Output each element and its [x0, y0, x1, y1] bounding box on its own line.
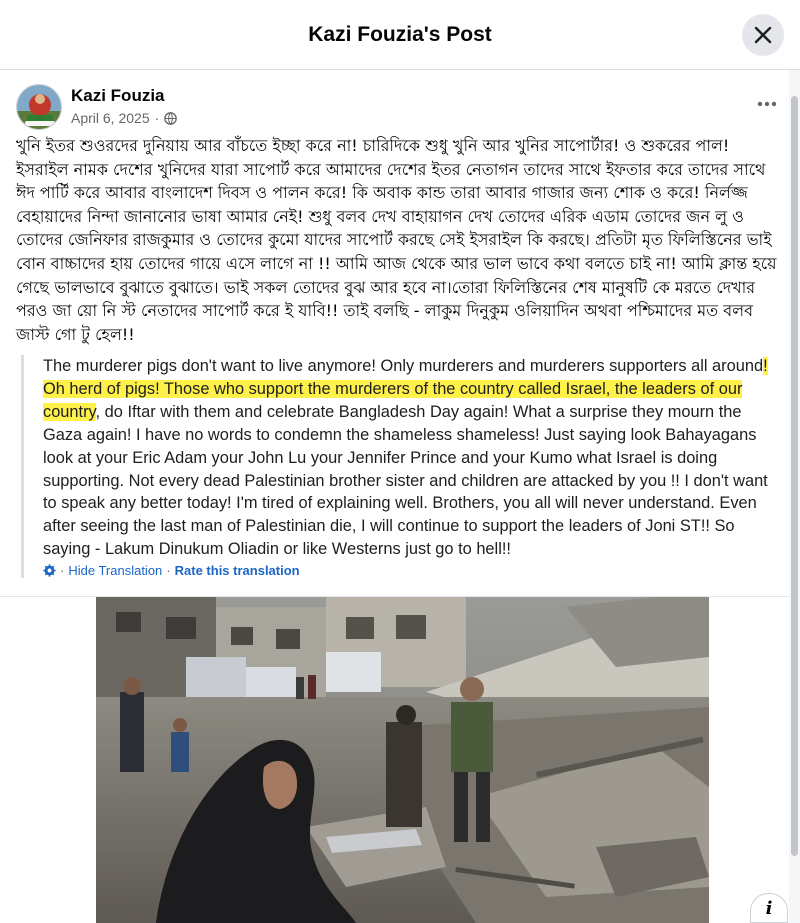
translation-text: The murderer pigs don't want to live any… — [43, 355, 781, 561]
close-button[interactable] — [742, 14, 784, 56]
info-button[interactable]: i — [750, 893, 788, 923]
close-icon — [754, 26, 772, 44]
post-dialog: Kazi Fouzia's Post Kazi Fouzia April 6, … — [0, 0, 800, 923]
translation-block: The murderer pigs don't want to live any… — [21, 355, 781, 579]
gear-icon[interactable] — [43, 564, 56, 577]
dialog-header: Kazi Fouzia's Post — [0, 0, 800, 70]
translation-dot: · — [60, 563, 65, 579]
post: Kazi Fouzia April 6, 2025 · খুনি ইতর শুও… — [0, 70, 800, 923]
post-date[interactable]: April 6, 2025 — [71, 110, 150, 126]
meta-separator: · — [154, 110, 160, 126]
scrollbar-thumb[interactable] — [791, 96, 798, 856]
avatar[interactable] — [16, 84, 62, 130]
post-text: খুনি ইতর শুওরদের দুনিয়ায় আর বাঁচতে ইচ্… — [16, 136, 777, 344]
translation-part-1: The murderer pigs don't want to live any… — [43, 357, 764, 375]
author-name[interactable]: Kazi Fouzia — [71, 86, 165, 106]
post-meta: April 6, 2025 · — [71, 110, 178, 126]
more-options-icon — [757, 101, 777, 107]
translation-part-2: , do Iftar with them and celebrate Bangl… — [43, 402, 768, 559]
dialog-title: Kazi Fouzia's Post — [308, 22, 492, 46]
globe-icon[interactable] — [164, 111, 178, 125]
translation-dot-2: · — [166, 563, 171, 579]
more-options-button[interactable] — [752, 94, 782, 114]
rate-translation-link[interactable]: Rate this translation — [175, 563, 300, 578]
translation-actions: · Hide Translation · Rate this translati… — [43, 563, 781, 578]
hide-translation-link[interactable]: Hide Translation — [68, 563, 162, 578]
post-photo[interactable] — [96, 597, 709, 923]
